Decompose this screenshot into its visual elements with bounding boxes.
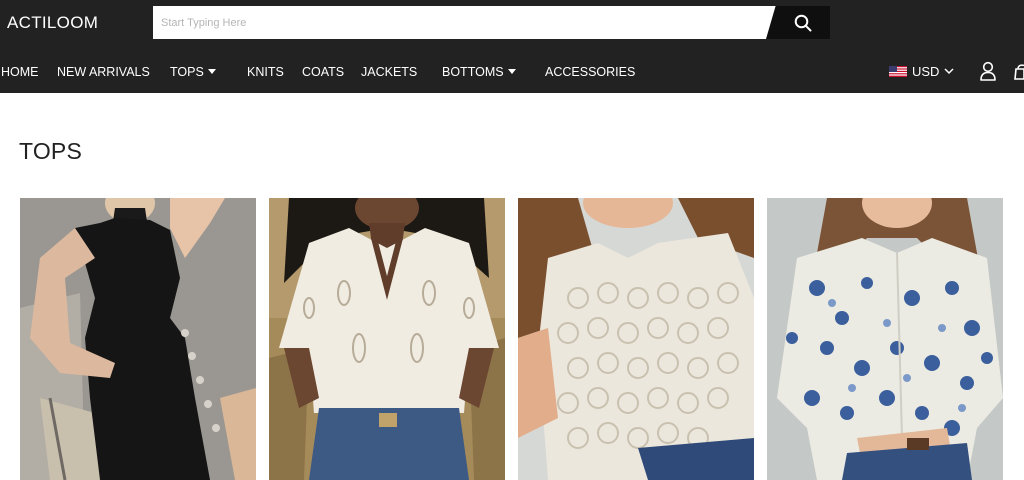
brand-logo[interactable]: ACTILOOM	[7, 13, 98, 33]
caret-down-icon	[507, 69, 516, 74]
white-eyelet-blouse-photo[interactable]	[269, 198, 505, 480]
chevron-down-icon	[944, 67, 954, 74]
search-button[interactable]	[766, 6, 830, 39]
nav-item-label: ACCESSORIES	[545, 65, 636, 79]
user-icon[interactable]	[979, 61, 997, 81]
currency-label: USD	[912, 63, 940, 79]
search-input[interactable]	[153, 6, 793, 39]
caret-down-icon	[207, 69, 216, 74]
black-sleeveless-knit-dress-photo[interactable]	[20, 198, 256, 480]
nav-item-label: TOPS	[170, 65, 204, 79]
nav-item-knits[interactable]: KNITS	[247, 64, 284, 80]
nav-item-label: NEW ARRIVALS	[57, 65, 150, 79]
search-icon	[794, 14, 812, 31]
product-card[interactable]	[269, 198, 505, 480]
product-card[interactable]	[767, 198, 1003, 480]
nav-item-label: KNITS	[247, 65, 284, 79]
blue-floral-print-shirt-photo[interactable]	[767, 198, 1003, 480]
white-lace-top-photo[interactable]	[518, 198, 754, 480]
nav-item-coats[interactable]: COATS	[302, 64, 344, 80]
nav-item-home[interactable]: HOME	[1, 64, 39, 80]
us-flag-icon	[889, 65, 907, 77]
search-bar	[153, 6, 830, 39]
nav-item-accessories[interactable]: ACCESSORIES	[545, 64, 635, 80]
cart-icon[interactable]	[1014, 61, 1024, 81]
nav-item-jackets[interactable]: JACKETS	[361, 64, 417, 80]
currency-selector[interactable]: USD	[889, 63, 954, 79]
nav-item-label: BOTTOMS	[442, 65, 504, 79]
nav-item-label: HOME	[1, 65, 39, 79]
product-card[interactable]	[20, 198, 256, 480]
page-title: TOPS	[19, 138, 83, 164]
product-card[interactable]	[518, 198, 754, 480]
nav-item-new-arrivals[interactable]: NEW ARRIVALS	[57, 64, 150, 80]
nav-item-tops[interactable]: TOPS	[170, 64, 216, 80]
site-header: ACTILOOM HOME NEW ARRIVALS TOPS KNITS CO…	[0, 0, 1024, 93]
nav-item-label: COATS	[302, 65, 345, 79]
nav-item-label: JACKETS	[361, 65, 418, 79]
nav-item-bottoms[interactable]: BOTTOMS	[442, 64, 516, 80]
